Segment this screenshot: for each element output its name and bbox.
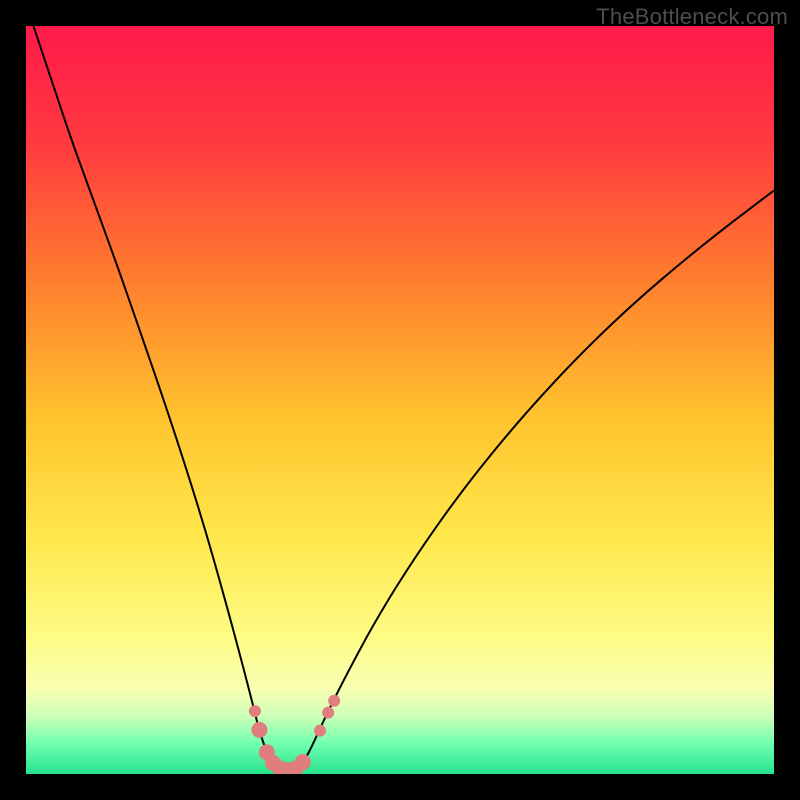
curve-marker (322, 707, 334, 719)
curve-marker (295, 754, 311, 770)
curve-marker (314, 725, 326, 737)
plot-background (26, 26, 774, 774)
curve-marker (251, 722, 267, 738)
curve-marker (328, 695, 340, 707)
chart-frame: TheBottleneck.com (0, 0, 800, 800)
curve-marker (249, 705, 261, 717)
watermark: TheBottleneck.com (596, 4, 788, 30)
chart-plot (26, 26, 774, 774)
